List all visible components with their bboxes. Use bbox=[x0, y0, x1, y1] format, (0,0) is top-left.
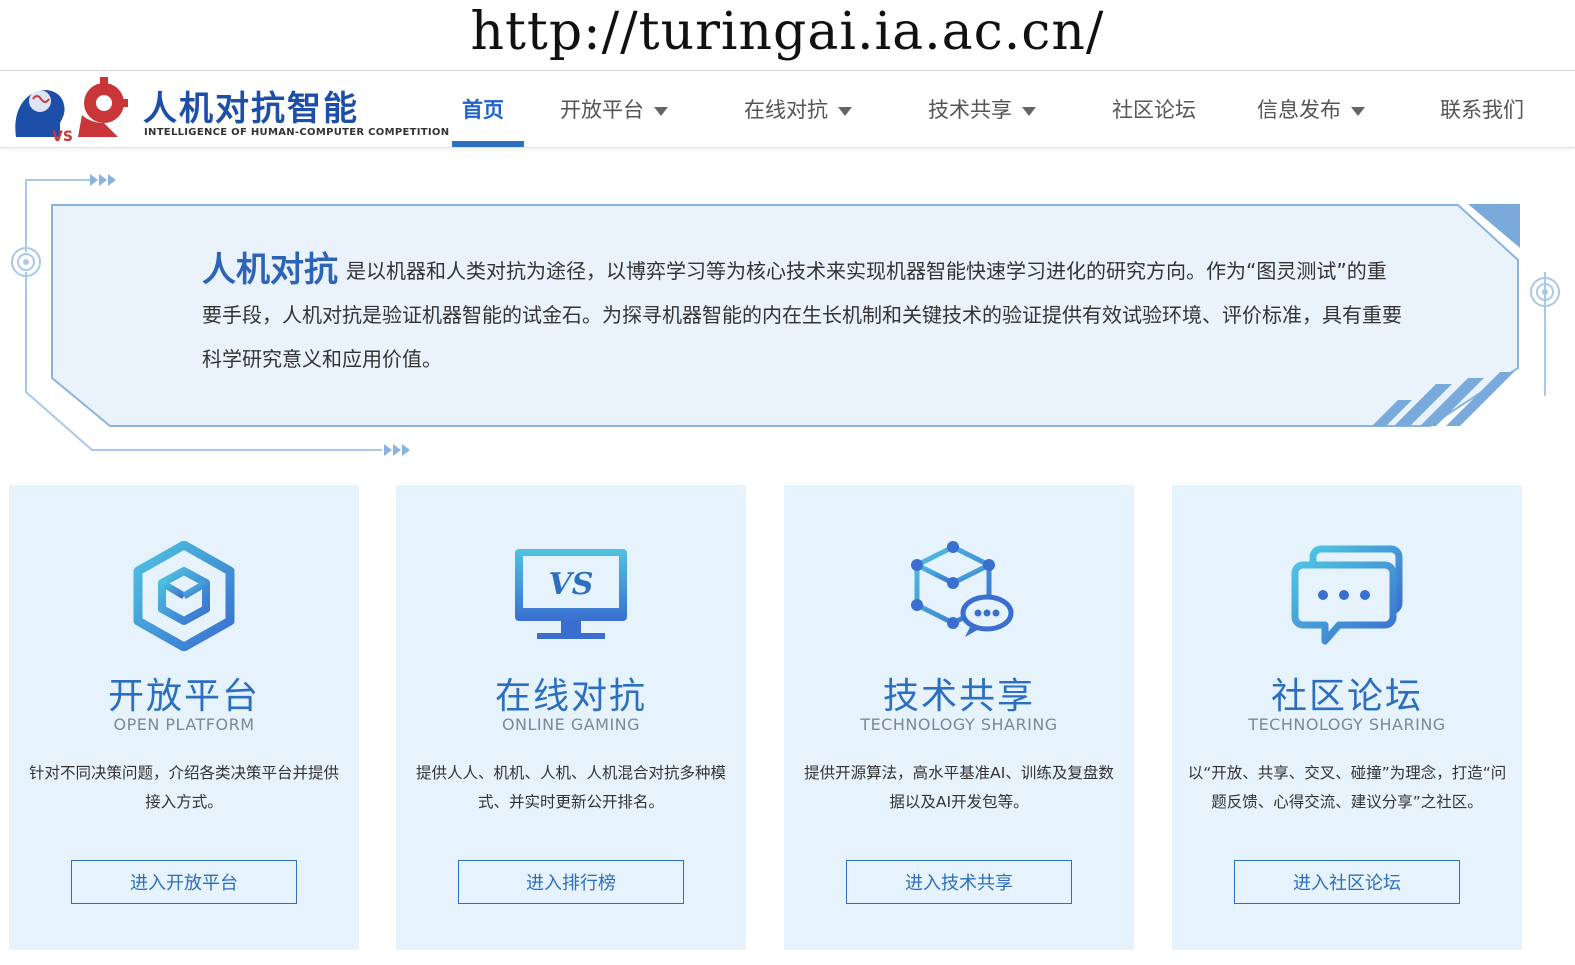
nav-item-news[interactable]: 信息发布 bbox=[1257, 95, 1365, 125]
card-online-gaming: VS 在线对抗 ONLINE GAMING 提供人人、机机、人机、人机混合对抗多… bbox=[396, 485, 746, 950]
logo-subtitle: INTELLIGENCE OF HUMAN-COMPUTER COMPETITI… bbox=[144, 127, 450, 138]
enter-open-platform-button[interactable]: 进入开放平台 bbox=[71, 860, 297, 904]
vs-monitor-icon: VS bbox=[515, 549, 627, 639]
card-subtitle: OPEN PLATFORM bbox=[113, 715, 255, 734]
nav-active-indicator bbox=[452, 141, 524, 147]
main-nav: 首页 开放平台 在线对抗 技术共享 社区论坛 信息发布 联系我们 bbox=[440, 71, 1560, 149]
nav-item-online-gaming[interactable]: 在线对抗 bbox=[744, 95, 852, 125]
card-title: 技术共享 bbox=[882, 676, 1035, 717]
intro-body: 是以机器和人类对抗为途径，以博弈学习等为核心技术来实现机器智能快速学习进化的研究… bbox=[202, 259, 1402, 371]
enter-tech-sharing-button[interactable]: 进入技术共享 bbox=[846, 860, 1072, 904]
card-open-platform: 开放平台 OPEN PLATFORM 针对不同决策问题，介绍各类决策平台并提供接… bbox=[9, 485, 359, 950]
chevron-down-icon bbox=[838, 106, 852, 116]
enter-forum-button[interactable]: 进入社区论坛 bbox=[1234, 860, 1460, 904]
card-description: 提供开源算法，高水平基准AI、训练及复盘数据以及AI开发包等。 bbox=[804, 764, 1114, 811]
card-title: 开放平台 bbox=[107, 676, 260, 717]
card-description: 提供人人、机机、人机、人机混合对抗多种模式、并实时更新公开排名。 bbox=[415, 764, 726, 811]
chevron-down-icon bbox=[1351, 106, 1365, 116]
network-cube-chat-icon bbox=[911, 541, 1014, 637]
intro-text: 人机对抗 是以机器和人类对抗为途径，以博弈学习等为核心技术来实现机器智能快速学习进… bbox=[202, 248, 1402, 381]
nav-item-forum[interactable]: 社区论坛 bbox=[1112, 95, 1196, 125]
url-caption: http://turingai.ia.ac.cn/ bbox=[470, 2, 1105, 62]
site-header: VS 人机对抗智能 INTELLIGENCE OF HUMAN-COMPUTER… bbox=[0, 70, 1575, 148]
svg-text:VS: VS bbox=[52, 129, 73, 145]
card-subtitle: ONLINE GAMING bbox=[501, 715, 641, 734]
card-tech-sharing: 技术共享 TECHNOLOGY SHARING 提供开源算法，高水平基准AI、训… bbox=[784, 485, 1134, 950]
intro-banner: 人机对抗 是以机器和人类对抗为途径，以博弈学习等为核心技术来实现机器智能快速学习进… bbox=[0, 160, 1575, 470]
card-subtitle: TECHNOLOGY SHARING bbox=[1248, 715, 1446, 734]
card-description: 针对不同决策问题，介绍各类决策平台并提供接入方式。 bbox=[28, 764, 339, 811]
enter-leaderboard-button[interactable]: 进入排行榜 bbox=[458, 860, 684, 904]
nav-item-contact[interactable]: 联系我们 bbox=[1440, 95, 1524, 125]
nav-item-home[interactable]: 首页 bbox=[462, 95, 504, 125]
chevron-down-icon bbox=[654, 106, 668, 116]
chat-bubbles-icon bbox=[1291, 545, 1403, 645]
human-vs-robot-logo-icon: VS bbox=[15, 77, 128, 145]
nav-item-tech-sharing[interactable]: 技术共享 bbox=[928, 95, 1036, 125]
logo-title: 人机对抗智能 bbox=[143, 89, 359, 129]
card-title: 社区论坛 bbox=[1270, 676, 1423, 717]
card-forum: 社区论坛 TECHNOLOGY SHARING 以“开放、共享、交叉、碰撞”为理… bbox=[1172, 485, 1522, 950]
chevron-down-icon bbox=[1022, 106, 1036, 116]
nav-item-open-platform[interactable]: 开放平台 bbox=[560, 95, 668, 125]
site-logo[interactable]: VS 人机对抗智能 INTELLIGENCE OF HUMAN-COMPUTER… bbox=[8, 75, 449, 145]
card-title: 在线对抗 bbox=[494, 676, 647, 717]
svg-text:VS: VS bbox=[549, 567, 594, 602]
card-description: 以“开放、共享、交叉、碰撞”为理念，打造“问题反馈、心得交流、建议分享”之社区。 bbox=[1187, 764, 1507, 811]
cube-icon bbox=[133, 541, 235, 651]
intro-lead: 人机对抗 bbox=[202, 250, 338, 290]
card-subtitle: TECHNOLOGY SHARING bbox=[860, 715, 1058, 734]
